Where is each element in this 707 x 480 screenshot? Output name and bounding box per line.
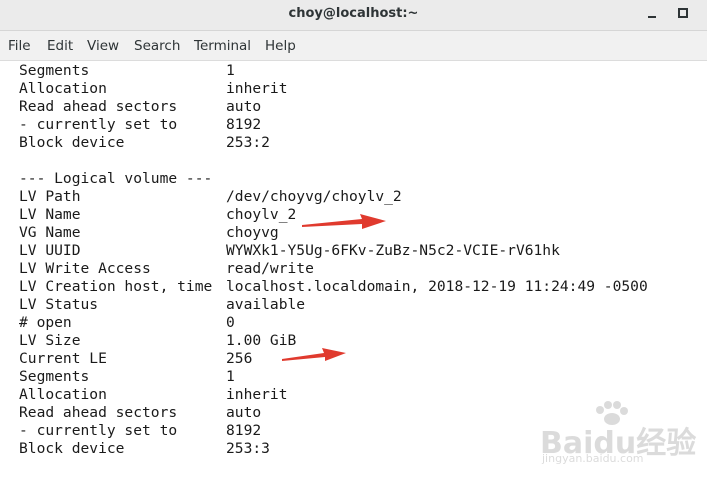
menu-bar: File Edit View Search Terminal Help xyxy=(0,31,707,61)
terminal-row: Segments 1 xyxy=(19,62,699,80)
field-value: inherit xyxy=(226,386,288,403)
field-key: LV Name xyxy=(19,206,81,223)
field-value: localhost.localdomain, 2018-12-19 11:24:… xyxy=(226,278,648,295)
annotation-arrow-icon xyxy=(282,348,346,361)
field-key: # open xyxy=(19,314,72,331)
field-key: Read ahead sectors xyxy=(19,98,178,115)
watermark: Baidu经验 jingyan.baidu.com xyxy=(540,400,700,470)
field-value: /dev/choyvg/choylv_2 xyxy=(226,188,402,205)
field-key: Current LE xyxy=(19,350,107,367)
window-title: choy@localhost:~ xyxy=(288,6,419,21)
field-key: LV Size xyxy=(19,332,81,349)
terminal-row: LV Status available xyxy=(19,296,699,314)
field-value: 8192 xyxy=(226,422,262,439)
terminal-row: Segments 1 xyxy=(19,368,699,386)
terminal-row: LV UUID WYWXk1-Y5Ug-6FKv-ZuBz-N5c2-VCIE-r… xyxy=(19,242,699,260)
field-key: LV Status xyxy=(19,296,99,313)
field-key: Read ahead sectors xyxy=(19,404,178,421)
maximize-button[interactable] xyxy=(675,5,693,23)
field-value: 256 xyxy=(226,350,253,367)
field-value: 253:3 xyxy=(226,440,270,457)
field-key: LV UUID xyxy=(19,242,81,259)
field-value: auto xyxy=(226,404,262,421)
field-key: Segments xyxy=(19,368,90,385)
terminal-row: Current LE 256 xyxy=(19,350,699,368)
menu-search[interactable]: Search xyxy=(134,38,180,54)
field-value: 253:2 xyxy=(226,134,270,151)
field-key: Segments xyxy=(19,62,90,79)
terminal-row: LV Write Access read/write xyxy=(19,260,699,278)
field-value: choylv_2 xyxy=(226,206,297,223)
field-value: available xyxy=(226,296,306,313)
terminal-row-blank xyxy=(19,152,699,170)
menu-file[interactable]: File xyxy=(8,38,31,54)
terminal-row: LV Creation host, time localhost.localdom… xyxy=(19,278,699,296)
field-value: choyvg xyxy=(226,224,279,241)
field-key: - currently set to xyxy=(19,116,178,133)
minimize-icon xyxy=(648,16,656,18)
menu-help[interactable]: Help xyxy=(265,38,296,54)
field-key: LV Path xyxy=(19,188,81,205)
field-key: LV Write Access xyxy=(19,260,151,277)
terminal-row: LV Path/dev/choyvg/choylv_2 xyxy=(19,188,699,206)
field-value: 1 xyxy=(226,368,235,385)
terminal-row: Block device 253:2 xyxy=(19,134,699,152)
terminal-row: # open 0 xyxy=(19,314,699,332)
maximize-icon xyxy=(678,8,688,18)
field-value: 1 xyxy=(226,62,235,79)
field-value: 8192 xyxy=(226,116,262,133)
field-key: Block device xyxy=(19,134,125,151)
field-key: - currently set to xyxy=(19,422,178,439)
menu-view[interactable]: View xyxy=(87,38,119,54)
section-header: --- Logical volume --- xyxy=(19,170,699,188)
field-key: Allocation xyxy=(19,80,107,97)
minimize-button[interactable] xyxy=(644,5,662,23)
watermark-url: jingyan.baidu.com xyxy=(542,452,644,465)
field-value: auto xyxy=(226,98,262,115)
field-value: 0 xyxy=(226,314,235,331)
terminal-row: - currently set to 8192 xyxy=(19,116,699,134)
field-value: inherit xyxy=(226,80,288,97)
field-key: LV Creation host, time xyxy=(19,278,213,295)
section-title: --- Logical volume --- xyxy=(19,170,213,187)
title-bar: choy@localhost:~ xyxy=(0,0,707,31)
field-key: Allocation xyxy=(19,386,107,403)
field-value: WYWXk1-Y5Ug-6FKv-ZuBz-N5c2-VCIE-rV61hk xyxy=(226,242,560,259)
field-value: read/write xyxy=(226,260,314,277)
menu-edit[interactable]: Edit xyxy=(47,38,73,54)
terminal-row: Read ahead sectors auto xyxy=(19,98,699,116)
terminal-row: Allocation inherit xyxy=(19,80,699,98)
menu-terminal[interactable]: Terminal xyxy=(194,38,251,54)
terminal-row: LV Size 1.00 GiB xyxy=(19,332,699,350)
annotation-arrow-icon xyxy=(302,214,386,229)
field-key: VG Name xyxy=(19,224,81,241)
field-key: Block device xyxy=(19,440,125,457)
